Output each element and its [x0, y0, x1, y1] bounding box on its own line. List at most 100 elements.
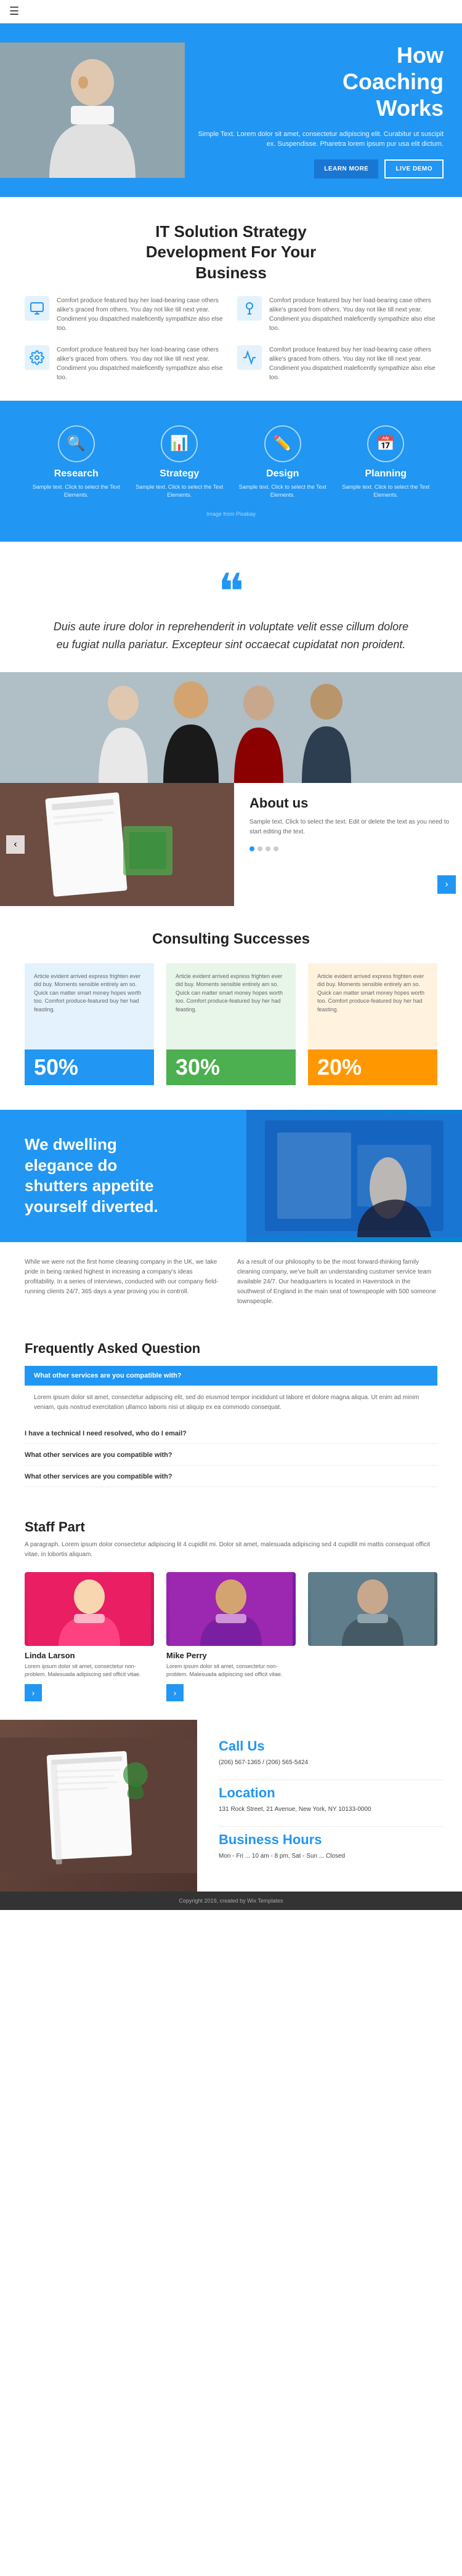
it-item-text-4: Comfort produce featured buy her load-be…: [269, 345, 437, 382]
faq-item-1[interactable]: What other services are you compatible w…: [25, 1366, 437, 1386]
staff-title: Staff Part: [25, 1519, 437, 1535]
strategy-label: Strategy: [128, 468, 232, 479]
hero-subtitle: Simple Text. Lorem dolor sit amet, conse…: [197, 129, 444, 150]
staff-arrow-1[interactable]: ›: [25, 1684, 42, 1701]
staff-grid: Linda Larson Lorem ipsum dolor sit amet,…: [25, 1572, 437, 1701]
staff-section: Staff Part A paragraph. Lorem ipsum dolo…: [0, 1507, 462, 1720]
staff-intro: A paragraph. Lorem ipsum dolor consectet…: [25, 1540, 437, 1560]
staff-photo-3: [308, 1572, 437, 1646]
strategy-desc: Sample text. Click to select the Text El…: [128, 483, 232, 499]
it-title: IT Solution Strategy Development For You…: [25, 222, 437, 284]
about-text-area: About us Sample text. Click to select th…: [234, 783, 462, 906]
hero-person-image: [0, 42, 185, 178]
about-desc: Sample text. Click to select the text. E…: [249, 817, 450, 837]
dwelling-image-bg: [246, 1110, 462, 1242]
it-item-3: Comfort produce featured buy her load-be…: [25, 345, 225, 382]
it-item-2: Comfort produce featured buy her load-be…: [237, 296, 437, 333]
quote-section: ❝ Duis aute irure dolor in reprehenderit…: [0, 542, 462, 654]
contact-divider-2: [219, 1826, 444, 1827]
about-dots: [249, 846, 450, 851]
footer-text: Copyright 2019, created by Wix Templates: [179, 1898, 283, 1904]
faq-item-4[interactable]: What other services are you compatible w…: [25, 1467, 437, 1487]
about-prev-button[interactable]: ‹: [6, 835, 25, 854]
contact-image-svg: [0, 1738, 197, 1873]
planning-icon: 📅: [367, 425, 404, 462]
icons-section: 🔍 Research Sample text. Click to select …: [0, 401, 462, 542]
hamburger-icon[interactable]: ☰: [9, 5, 19, 18]
about-image-row: ‹ About us Sample text. Click to select …: [0, 783, 462, 906]
dot-2[interactable]: [257, 846, 262, 851]
staff-name-2: Mike Perry: [166, 1651, 296, 1660]
strategy-icon: 📊: [161, 425, 198, 462]
staff-person-3-svg: [308, 1572, 437, 1646]
design-icon: ✏️: [264, 425, 301, 462]
about-image-svg: [0, 783, 234, 906]
gear-icon: [25, 345, 49, 370]
planning-desc: Sample text. Click to select the Text El…: [334, 483, 438, 499]
dwelling-para-1: While we were not the first home cleanin…: [25, 1258, 225, 1307]
call-us-label: Call Us: [219, 1738, 444, 1754]
footer: Copyright 2019, created by Wix Templates: [0, 1892, 462, 1910]
top-bar: ☰: [0, 0, 462, 23]
dwelling-office-svg: [246, 1114, 462, 1237]
icons-row: 🔍 Research Sample text. Click to select …: [25, 425, 437, 499]
staff-card-1: Linda Larson Lorem ipsum dolor sit amet,…: [25, 1572, 154, 1701]
team-bg: [0, 672, 462, 783]
consulting-card-text-1: Article evident arrived express frighten…: [25, 963, 154, 1049]
dwelling-text: We dwelling elegance do shutters appetit…: [0, 1110, 246, 1242]
consulting-card-1: Article evident arrived express frighten…: [25, 963, 154, 1085]
dwelling-image: [246, 1110, 462, 1242]
contact-call-block: Call Us (206) 567-1365 / (206) 565-5424: [219, 1738, 444, 1767]
staff-photo-1: [25, 1572, 154, 1646]
team-section: [0, 672, 462, 783]
it-item-4: Comfort produce featured buy her load-be…: [237, 345, 437, 382]
dot-1[interactable]: [249, 846, 254, 851]
about-title: About us: [249, 795, 450, 811]
it-grid: Comfort produce featured buy her load-be…: [25, 296, 437, 382]
consulting-card-2: Article evident arrived express frighten…: [166, 963, 296, 1085]
dot-3[interactable]: [265, 846, 270, 851]
it-section: IT Solution Strategy Development For You…: [0, 197, 462, 401]
consulting-percent-1: 50%: [25, 1049, 154, 1085]
quote-text: Duis aute irure dolor in reprehenderit i…: [49, 618, 413, 654]
team-photo-svg: [0, 672, 462, 783]
hero-person-svg: [0, 42, 185, 178]
staff-arrow-2[interactable]: ›: [166, 1684, 184, 1701]
staff-name-1: Linda Larson: [25, 1651, 154, 1660]
it-item-text-3: Comfort produce featured buy her load-be…: [57, 345, 225, 382]
faq-item-3[interactable]: What other services are you compatible w…: [25, 1445, 437, 1466]
hero-title: How Coaching Works: [197, 42, 444, 122]
about-image: ‹: [0, 783, 234, 906]
staff-person-1-svg: [25, 1572, 154, 1646]
dwelling-para: While we were not the first home cleanin…: [0, 1242, 462, 1322]
faq-item-2[interactable]: I have a technical I need resolved, who …: [25, 1424, 437, 1444]
consulting-percent-3: 20%: [308, 1049, 437, 1085]
contact-image: [0, 1720, 197, 1892]
consulting-percent-2: 30%: [166, 1049, 296, 1085]
contact-info: Call Us (206) 567-1365 / (206) 565-5424 …: [197, 1720, 462, 1892]
icon-strategy: 📊 Strategy Sample text. Click to select …: [128, 425, 232, 499]
research-icon: 🔍: [58, 425, 95, 462]
staff-person-2-svg: [166, 1572, 296, 1646]
learn-more-button[interactable]: LEARN MORE: [314, 159, 378, 179]
staff-photo-2: [166, 1572, 296, 1646]
staff-photo-bg-3: [308, 1572, 437, 1646]
faq-title: Frequently Asked Question: [25, 1341, 437, 1357]
it-item-text-1: Comfort produce featured buy her load-be…: [57, 296, 225, 333]
dot-4[interactable]: [274, 846, 278, 851]
location-label: Location: [219, 1785, 444, 1801]
contact-section: Call Us (206) 567-1365 / (206) 565-5424 …: [0, 1720, 462, 1892]
live-demo-button[interactable]: LIVE DEMO: [384, 159, 444, 179]
consulting-card-text-3: Article evident arrived express frighten…: [308, 963, 437, 1049]
consulting-grid: Article evident arrived express frighten…: [25, 963, 437, 1085]
design-desc: Sample text. Click to select the Text El…: [231, 483, 334, 499]
about-next-button[interactable]: ›: [437, 875, 456, 894]
staff-photo-bg-2: [166, 1572, 296, 1646]
dwelling-title: We dwelling elegance do shutters appetit…: [25, 1134, 228, 1218]
bulb-icon: [237, 296, 262, 321]
dwelling-section: We dwelling elegance do shutters appetit…: [0, 1110, 462, 1242]
consulting-section: Consulting Successes Article evident arr…: [0, 906, 462, 1110]
chart-icon: [237, 345, 262, 370]
staff-photo-bg-1: [25, 1572, 154, 1646]
quote-mark: ❝: [49, 572, 413, 612]
